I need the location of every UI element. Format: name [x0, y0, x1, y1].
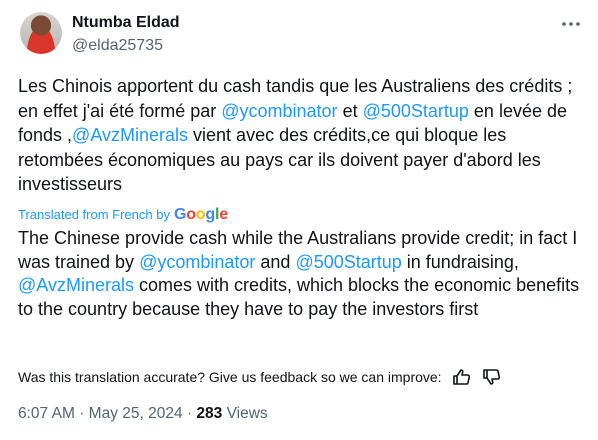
google-logo: Google	[173, 206, 228, 223]
mention-500startup[interactable]: @500Startup	[363, 101, 469, 121]
thumbs-down-icon[interactable]	[482, 368, 502, 386]
mention-ycombinator[interactable]: @ycombinator	[139, 252, 255, 272]
translated-from-label[interactable]: Translated from French by	[18, 206, 170, 224]
author-handle[interactable]: @elda25735	[72, 36, 163, 56]
translation-feedback: Was this translation accurate? Give us f…	[18, 368, 502, 386]
avatar[interactable]	[20, 12, 62, 54]
tweet-time[interactable]: 6:07 AM	[18, 405, 75, 422]
more-icon[interactable]	[560, 16, 582, 32]
meta-separator: ·	[79, 405, 85, 422]
feedback-prompt: Was this translation accurate? Give us f…	[18, 369, 442, 385]
meta-separator: ·	[186, 405, 193, 422]
thumbs-up-icon[interactable]	[452, 368, 472, 386]
tweet-meta: 6:07 AM · May 25, 2024 · 283 Views	[18, 404, 268, 424]
views-count: 283	[196, 405, 223, 422]
mention-avzminerals[interactable]: @AvzMinerals	[72, 125, 188, 145]
views-label: Views	[226, 405, 268, 422]
translation-text-segment: and	[255, 251, 296, 272]
author-name[interactable]: Ntumba Eldad	[72, 13, 180, 33]
tweet-original-text: Les Chinois apportent du cash tandis que…	[18, 74, 586, 197]
tweet-text-segment: et	[337, 100, 363, 121]
tweet-date[interactable]: May 25, 2024	[89, 405, 183, 422]
tweet-translation-text: The Chinese provide cash while the Austr…	[18, 227, 586, 321]
translation-text-segment: in fundraising,	[401, 251, 519, 272]
translated-by[interactable]: Translated from French by Google	[18, 206, 228, 224]
mention-avzminerals[interactable]: @AvzMinerals	[18, 275, 134, 295]
mention-500startup[interactable]: @500Startup	[295, 252, 401, 272]
mention-ycombinator[interactable]: @ycombinator	[221, 101, 337, 121]
